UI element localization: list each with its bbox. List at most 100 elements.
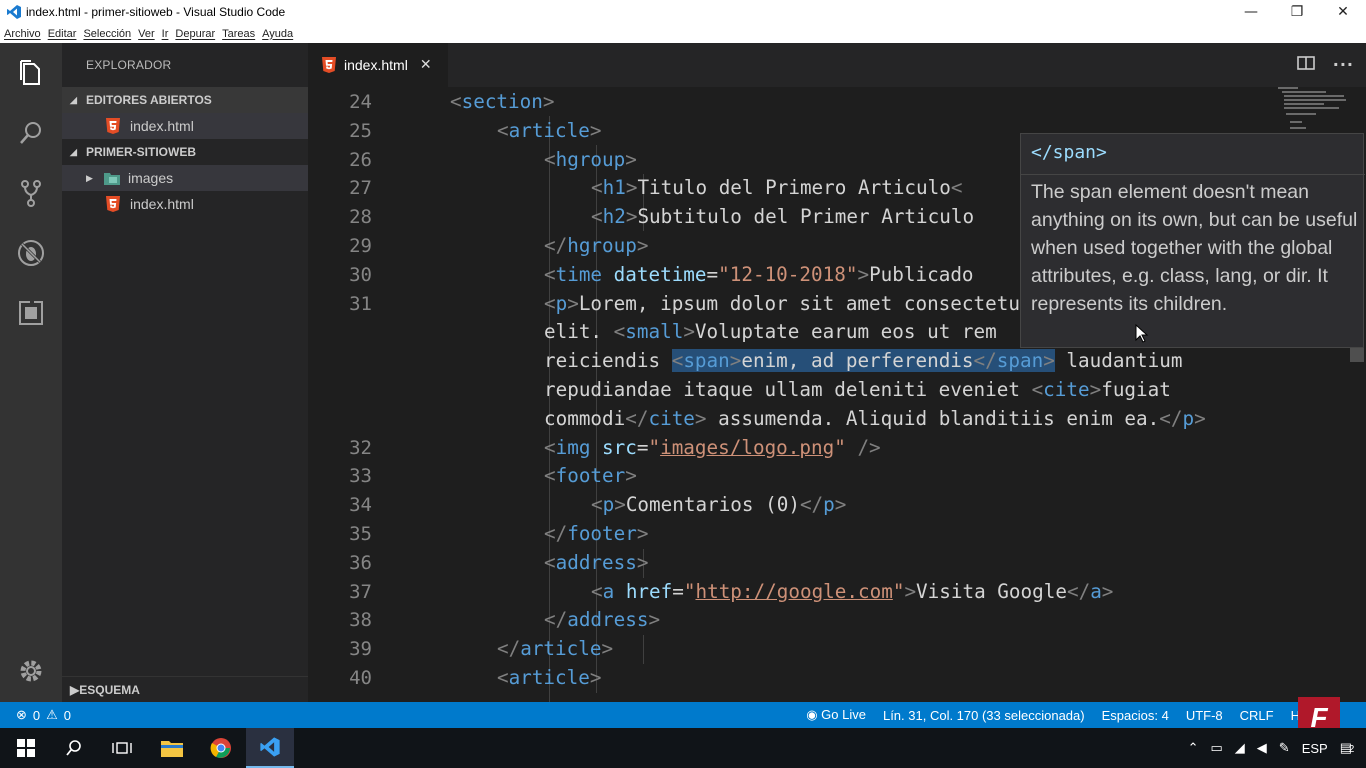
minimize-button[interactable]: — [1228,0,1274,24]
project-section[interactable]: ◢ PRIMER-SITIOWEB [62,139,308,165]
menu-tareas[interactable]: Tareas [222,28,255,40]
notification-count: 2 [1348,744,1355,755]
chevron-right-icon: ▶ [70,682,80,697]
line-number: 27 [349,177,372,200]
tray-chevron-up-icon[interactable]: ⌃ [1188,740,1199,756]
indentation-setting[interactable]: Espacios: 4 [1102,708,1169,723]
windows-start-icon[interactable] [2,728,50,768]
line-number: 29 [349,235,372,257]
html5-file-icon [106,118,120,134]
network-icon[interactable]: ▭ [1210,740,1222,756]
code-line[interactable]: <p>Lorem, ipsum dolor sit amet consectet… [544,289,1032,318]
window-title: index.html - primer-sitioweb - Visual St… [26,5,286,19]
extensions-icon[interactable] [0,289,62,337]
encoding-setting[interactable]: UTF-8 [1186,708,1223,723]
menu-ver[interactable]: Ver [138,28,155,40]
code-line[interactable]: <article> [497,663,601,692]
status-bar: ⊗ 0 ⚠ 0 ◉ Go Live Lín. 31, Col. 170 (33 … [0,702,1366,728]
file-label-index: index.html [130,196,194,212]
menu-depurar[interactable]: Depurar [175,28,215,40]
open-editor-item-index[interactable]: index.html [62,113,308,139]
menu-archivo[interactable]: Archivo [4,28,41,40]
tab-label: index.html [344,57,408,73]
maximize-button[interactable]: ❐ [1274,0,1320,24]
minimap[interactable] [1276,87,1350,137]
eol-setting[interactable]: CRLF [1240,708,1274,723]
code-line[interactable]: commodi</cite> assumenda. Aliquid blandi… [544,404,1206,433]
vscode-logo-icon [7,5,21,19]
code-line[interactable]: <hgroup> [544,145,637,174]
split-editor-icon[interactable] [1296,55,1315,71]
scrollbar-thumb[interactable] [1350,348,1364,362]
code-line[interactable]: elit. <small>Voluptate earum eos ut rem [544,317,997,346]
line-number-gutter: 24 25 26 27 28 29 30 31 32 33 34 35 36 37 38 39 40 [308,87,378,702]
settings-gear-icon[interactable] [0,647,62,695]
open-editors-section[interactable]: ◢ EDITORES ABIERTOS [62,87,308,113]
errors-icon[interactable]: ⊗ [16,707,27,723]
chrome-icon[interactable] [197,728,245,768]
cursor-position[interactable]: Lín. 31, Col. 170 (33 seleccionada) [883,708,1085,723]
code-line[interactable]: </footer> [544,519,648,548]
line-number: 35 [349,523,372,545]
hover-signature: </span> [1031,142,1107,163]
file-item-index[interactable]: index.html [62,191,308,217]
code-line[interactable]: <a href="http://google.com">Visita Googl… [591,577,1113,606]
close-window-button[interactable]: ✕ [1320,0,1366,24]
explorer-sidebar: EXPLORADOR ◢ EDITORES ABIERTOS index.htm… [62,43,308,702]
hover-divider [1021,174,1365,175]
code-line[interactable]: <time datetime="12-10-2018">Publicado [544,260,974,289]
code-line[interactable]: <img src="images/logo.png" /> [544,433,881,462]
vscode-taskbar-icon[interactable] [246,728,294,768]
menu-ir[interactable]: Ir [162,28,169,40]
explorer-files-icon[interactable] [0,49,62,97]
code-line[interactable]: <p>Comentarios (0)</p> [591,490,846,519]
activity-bar [0,43,62,702]
tab-index-html[interactable]: index.html ✕ [308,43,448,87]
tab-close-icon[interactable]: ✕ [420,57,432,73]
line-number [308,376,372,405]
input-language[interactable]: ESP [1302,741,1328,756]
line-number: 37 [349,580,372,603]
file-explorer-icon[interactable] [148,728,196,768]
code-line[interactable]: </article> [497,634,613,663]
pen-icon[interactable]: ✎ [1279,740,1290,756]
line-number: 26 [349,148,372,171]
line-number: 40 [349,667,372,689]
code-line[interactable]: <address> [544,548,648,577]
code-line[interactable]: <article> [497,116,601,145]
menu-editar[interactable]: Editar [48,28,77,40]
menu-ayuda[interactable]: Ayuda [262,28,293,40]
line-number [308,318,372,347]
code-line[interactable]: </hgroup> [544,231,648,260]
line-number: 30 [349,263,372,286]
code-line[interactable]: reiciendis <span>enim, ad perferendis</s… [544,346,1183,375]
chevron-down-icon: ◢ [70,146,77,157]
indent-guide [643,635,644,664]
warnings-icon[interactable]: ⚠ [46,707,58,723]
code-line[interactable]: <section> [450,87,554,116]
folder-item-images[interactable]: ▶ images [62,165,308,191]
code-line[interactable]: </address> [544,605,660,634]
code-line[interactable]: <h2>Subtitulo del Primer Articulo [591,202,974,231]
outline-section[interactable]: ▶ ESQUEMA [62,676,308,702]
go-live-button[interactable]: ◉ Go Live [806,707,866,723]
code-line[interactable]: <footer> [544,461,637,490]
notifications-icon[interactable]: ▤ 2 [1340,740,1355,756]
debug-icon[interactable] [0,229,62,277]
code-line[interactable]: <h1>Titulo del Primero Articulo< [591,173,962,202]
task-view-icon[interactable] [98,728,146,768]
line-number: 34 [349,494,372,517]
wifi-icon[interactable]: ◢ [1235,740,1245,756]
taskbar-search-icon[interactable] [50,728,98,768]
system-tray: ⌃ ▭ ◢ ◀ ✎ ESP ▤ 2 [1188,740,1355,756]
line-number: 39 [349,638,372,661]
search-icon[interactable] [0,109,62,157]
warnings-count[interactable]: 0 [64,708,71,723]
more-actions-icon[interactable]: ··· [1333,55,1354,74]
menu-seleccion[interactable]: Selección [83,28,131,40]
errors-count[interactable]: 0 [33,708,40,723]
folder-label-images: images [128,170,174,186]
code-line[interactable]: repudiandae itaque ullam deleniti evenie… [544,375,1171,404]
volume-icon[interactable]: ◀ [1257,740,1267,756]
source-control-icon[interactable] [0,169,62,217]
